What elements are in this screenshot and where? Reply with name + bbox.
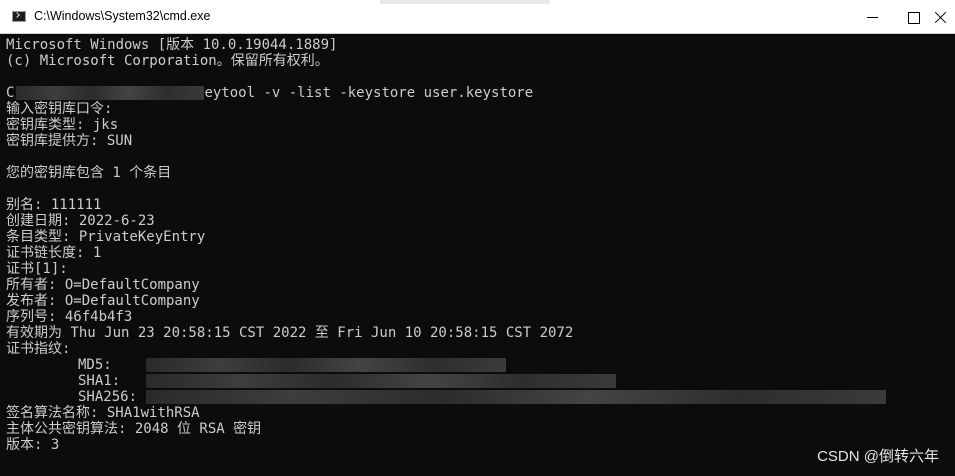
prompt-prefix: C xyxy=(6,85,15,101)
command-text: eytool -v -list -keystore user.keystore xyxy=(204,85,534,101)
fingerprint-md5: MD5: xyxy=(6,357,955,373)
console-line: 序列号: 46f4b4f3 xyxy=(6,309,133,325)
console-line: 证书指纹: xyxy=(6,341,71,357)
redacted-prompt-path xyxy=(16,86,205,100)
console-line: 版本: 3 xyxy=(6,437,60,453)
csdn-watermark: CSDN @倒转六年 xyxy=(817,448,939,465)
cmd-icon[interactable] xyxy=(12,11,26,22)
redacted-fingerprint xyxy=(146,390,886,404)
window-title: C:\Windows\System32\cmd.exe xyxy=(34,9,211,23)
background-window-strip xyxy=(380,0,550,4)
redacted-fingerprint xyxy=(146,358,506,372)
fingerprint-sha256: SHA256: xyxy=(6,389,955,405)
entry-count-line: 您的密钥库包含 1 个条目 xyxy=(6,165,172,181)
redacted-fingerprint xyxy=(146,374,616,388)
fingerprint-label: SHA256: xyxy=(78,389,138,405)
close-button[interactable] xyxy=(932,0,955,34)
console-line: 证书链长度: 1 xyxy=(6,245,102,261)
fingerprint-sha1: SHA1: xyxy=(6,373,955,389)
console-line: 所有者: O=DefaultCompany xyxy=(6,277,200,293)
console-line: 输入密钥库口令: xyxy=(6,101,113,117)
window-titlebar[interactable]: C:\Windows\System32\cmd.exe xyxy=(0,0,955,34)
console-line: Microsoft Windows [版本 10.0.19044.1889] xyxy=(6,37,338,53)
fingerprint-label: SHA1: xyxy=(78,373,121,389)
console-line: 主体公共密钥算法: 2048 位 RSA 密钥 xyxy=(6,421,262,437)
console-line: 密钥库提供方: SUN xyxy=(6,133,133,149)
console-line: 签名算法名称: SHA1withRSA xyxy=(6,405,200,421)
console-line: 别名: 111111 xyxy=(6,197,102,213)
console-line: 密钥库类型: jks xyxy=(6,117,119,133)
console-line: 有效期为 Thu Jun 23 20:58:15 CST 2022 至 Fri … xyxy=(6,325,574,341)
command-line: Ceytool -v -list -keystore user.keystore xyxy=(6,85,955,101)
console-line: 创建日期: 2022-6-23 xyxy=(6,213,155,229)
console-line: 证书[1]: xyxy=(6,261,68,277)
maximize-button[interactable] xyxy=(891,0,937,34)
console-output[interactable]: Microsoft Windows [版本 10.0.19044.1889] (… xyxy=(0,34,955,476)
console-line: 发布者: O=DefaultCompany xyxy=(6,293,200,309)
console-line: 条目类型: PrivateKeyEntry xyxy=(6,229,206,245)
console-line: (c) Microsoft Corporation。保留所有权利。 xyxy=(6,53,329,69)
minimize-button[interactable] xyxy=(850,0,896,34)
fingerprint-label: MD5: xyxy=(78,357,112,373)
